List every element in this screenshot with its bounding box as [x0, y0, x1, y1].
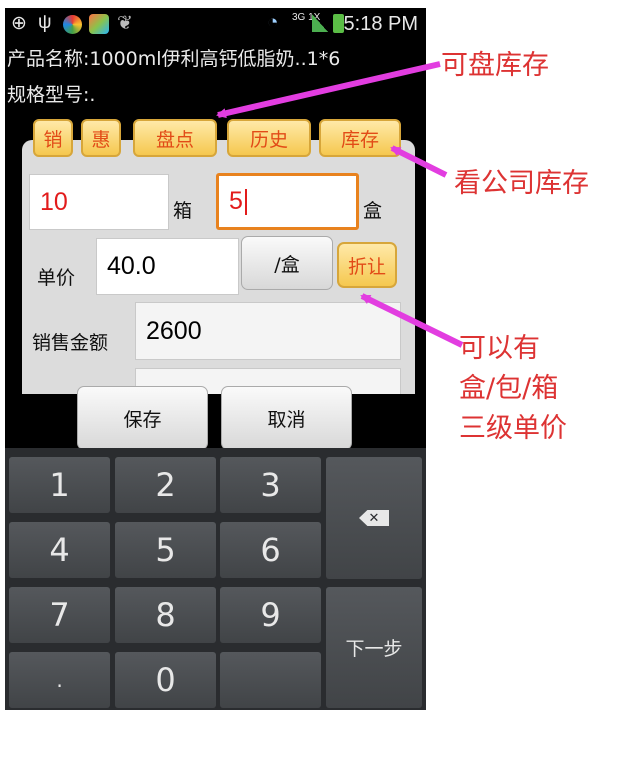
pack-unit-label: 盒	[363, 200, 383, 222]
key-6[interactable]: 6	[220, 522, 321, 578]
amount-input[interactable]: 2600	[135, 302, 401, 360]
key-1[interactable]: 1	[9, 457, 110, 513]
key-0[interactable]: 0	[115, 652, 216, 708]
game-icon	[89, 14, 109, 34]
price-input[interactable]: 40.0	[96, 238, 239, 295]
tab-sale[interactable]: 销	[33, 119, 73, 157]
key-9[interactable]: 9	[220, 587, 321, 643]
pack-quantity-input[interactable]: 5	[216, 173, 359, 230]
product-spec: 规格型号:.	[7, 84, 96, 106]
key-7[interactable]: 7	[9, 587, 110, 643]
backspace-icon: ✕	[359, 510, 389, 526]
text-cursor	[244, 188, 247, 215]
note-company-stock: 看公司库存	[454, 168, 589, 199]
price-label: 单价	[37, 267, 76, 289]
save-button[interactable]: 保存	[77, 386, 208, 450]
key-2[interactable]: 2	[115, 457, 216, 513]
amount-label: 销售金额	[32, 332, 109, 354]
wechat-icon: ❦	[117, 13, 133, 34]
note-price-levels-3: 三级单价	[459, 413, 567, 444]
usb-icon: ψ	[38, 12, 52, 33]
gps-icon: ⊕	[11, 13, 27, 34]
tab-stock[interactable]: 库存	[319, 119, 401, 157]
key-blank[interactable]	[220, 652, 321, 708]
tab-history[interactable]: 历史	[227, 119, 311, 157]
box-unit-label: 箱	[173, 200, 193, 222]
cancel-button[interactable]: 取消	[221, 386, 352, 450]
status-bar: ⊕ ψ ❦ ◔ 3G 1X 5:18 PM	[5, 8, 426, 40]
clock: 5:18 PM	[343, 13, 418, 35]
wifi-icon: ◔	[267, 12, 279, 33]
key-5[interactable]: 5	[115, 522, 216, 578]
key-3[interactable]: 3	[220, 457, 321, 513]
battery-icon	[333, 14, 344, 33]
product-name: 产品名称:1000ml伊利高钙低脂奶..1*6	[7, 48, 341, 70]
key-8[interactable]: 8	[115, 587, 216, 643]
tab-promo[interactable]: 惠	[81, 119, 121, 157]
price-unit-button[interactable]: /盒	[241, 236, 333, 290]
next-key[interactable]: 下一步	[326, 587, 422, 708]
app-icon	[63, 15, 82, 34]
key-4[interactable]: 4	[9, 522, 110, 578]
numeric-keyboard: 1 2 3 ✕ 4 5 6 7 8 9 下一步 . 0	[5, 448, 426, 710]
phone-screen: ⊕ ψ ❦ ◔ 3G 1X 5:18 PM 产品名称:1000ml伊利高钙低脂奶…	[5, 8, 426, 710]
tab-stocktake[interactable]: 盘点	[133, 119, 217, 157]
backspace-key[interactable]: ✕	[326, 457, 422, 579]
box-quantity-input[interactable]: 10	[29, 174, 169, 230]
note-price-levels-1: 可以有	[459, 333, 540, 364]
key-dot[interactable]: .	[9, 652, 110, 708]
discount-button[interactable]: 折让	[337, 242, 397, 288]
note-price-levels-2: 盒/包/箱	[459, 373, 559, 404]
pack-quantity-value: 5	[229, 187, 243, 215]
signal-icon	[312, 14, 328, 32]
note-stocktake: 可盘库存	[441, 50, 549, 81]
